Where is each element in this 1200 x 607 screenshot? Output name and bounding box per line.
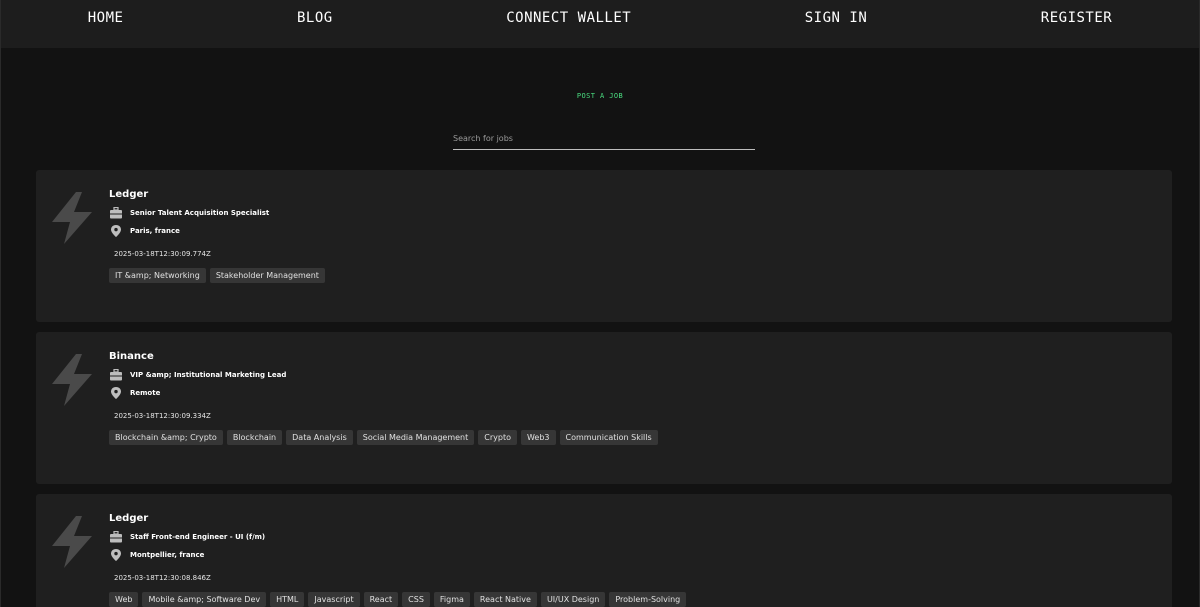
job-tag: Figma bbox=[433, 592, 470, 607]
job-tags: Blockchain &amp; Crypto Blockchain Data … bbox=[109, 430, 658, 445]
job-tags: IT &amp; Networking Stakeholder Manageme… bbox=[109, 268, 325, 283]
job-date: 2025-03-18T12:30:08.846Z bbox=[114, 574, 211, 582]
job-location: Remote bbox=[130, 389, 161, 397]
job-tag: Problem-Solving bbox=[609, 592, 687, 607]
post-job-link[interactable]: POST A JOB bbox=[577, 92, 623, 100]
nav-register-link[interactable]: REGISTER bbox=[1041, 10, 1112, 26]
nav-home-link[interactable]: HOME bbox=[88, 10, 124, 26]
briefcase-icon bbox=[110, 369, 122, 381]
job-tag: React bbox=[363, 592, 399, 607]
job-title-row: Senior Talent Acquisition Specialist bbox=[110, 207, 269, 219]
job-tag: React Native bbox=[473, 592, 537, 607]
job-date: 2025-03-18T12:30:09.334Z bbox=[114, 412, 211, 420]
job-tag: CSS bbox=[402, 592, 430, 607]
job-date: 2025-03-18T12:30:09.774Z bbox=[114, 250, 211, 258]
job-tag: UI/UX Design bbox=[540, 592, 606, 607]
job-tag: Web3 bbox=[520, 430, 556, 445]
job-card[interactable]: Binance VIP &amp; Institutional Marketin… bbox=[36, 332, 1172, 484]
job-tag: Blockchain bbox=[226, 430, 283, 445]
company-name: Binance bbox=[109, 351, 154, 362]
job-card[interactable]: Ledger Senior Talent Acquisition Special… bbox=[36, 170, 1172, 322]
nav-connect-wallet-link[interactable]: CONNECT WALLET bbox=[506, 10, 631, 26]
post-job-container: POST A JOB bbox=[1, 83, 1199, 102]
job-tag: HTML bbox=[270, 592, 305, 607]
job-tag: Crypto bbox=[478, 430, 517, 445]
map-pin-icon bbox=[111, 387, 121, 399]
briefcase-icon bbox=[110, 531, 122, 543]
job-tag: Stakeholder Management bbox=[209, 268, 325, 283]
job-title: Senior Talent Acquisition Specialist bbox=[130, 209, 270, 217]
job-tag: Web bbox=[109, 592, 139, 607]
search-input[interactable] bbox=[453, 130, 755, 150]
job-tag: Mobile &amp; Software Dev bbox=[142, 592, 267, 607]
nav-sign-in-link[interactable]: SIGN IN bbox=[805, 10, 868, 26]
job-location-row: Paris, france bbox=[110, 225, 180, 237]
job-tag: Data Analysis bbox=[286, 430, 353, 445]
job-tag: Social Media Management bbox=[356, 430, 475, 445]
job-tag: IT &amp; Networking bbox=[109, 268, 206, 283]
nav-blog-link[interactable]: BLOG bbox=[297, 10, 333, 26]
job-title-row: VIP &amp; Institutional Marketing Lead bbox=[110, 369, 286, 381]
job-title: VIP &amp; Institutional Marketing Lead bbox=[130, 371, 287, 379]
lightning-bolt-icon bbox=[52, 192, 92, 244]
lightning-bolt-icon bbox=[52, 516, 92, 568]
job-tag: Communication Skills bbox=[559, 430, 658, 445]
map-pin-icon bbox=[111, 225, 121, 237]
job-title-row: Staff Front-end Engineer - UI (f/m) bbox=[110, 531, 265, 543]
job-location: Montpellier, france bbox=[130, 551, 205, 559]
company-name: Ledger bbox=[109, 513, 149, 524]
job-tag: Javascript bbox=[308, 592, 360, 607]
job-tag: Blockchain &amp; Crypto bbox=[109, 430, 223, 445]
job-title: Staff Front-end Engineer - UI (f/m) bbox=[130, 533, 266, 541]
job-location-row: Montpellier, france bbox=[110, 549, 204, 561]
job-tags: Web Mobile &amp; Software Dev HTML Javas… bbox=[109, 592, 687, 607]
map-pin-icon bbox=[111, 549, 121, 561]
company-name: Ledger bbox=[109, 189, 149, 200]
job-card[interactable]: Ledger Staff Front-end Engineer - UI (f/… bbox=[36, 494, 1172, 607]
briefcase-icon bbox=[110, 207, 122, 219]
top-navigation: HOME BLOG CONNECT WALLET SIGN IN REGISTE… bbox=[1, 0, 1199, 48]
lightning-bolt-icon bbox=[52, 354, 92, 406]
job-location-row: Remote bbox=[110, 387, 160, 399]
job-location: Paris, france bbox=[130, 227, 180, 235]
page: HOME BLOG CONNECT WALLET SIGN IN REGISTE… bbox=[0, 0, 1200, 607]
search-container bbox=[453, 126, 755, 150]
